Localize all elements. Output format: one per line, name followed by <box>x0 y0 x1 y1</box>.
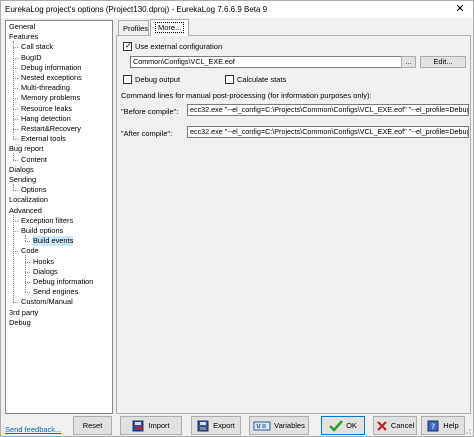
tree-item[interactable]: Resource leaks <box>21 104 72 114</box>
debug-output-label: Debug output <box>135 75 181 84</box>
cancel-button[interactable]: Cancel <box>373 416 417 435</box>
import-icon <box>132 420 144 432</box>
tree-item[interactable]: External tools <box>21 134 66 144</box>
resize-grip-icon[interactable] <box>462 425 472 435</box>
variables-icon <box>253 421 271 431</box>
ok-checkmark-icon <box>329 420 344 432</box>
tree-item[interactable]: Exception filters <box>21 216 73 226</box>
help-label: Help <box>443 421 459 430</box>
tree-item[interactable]: Dialogs <box>33 267 58 277</box>
cancel-x-icon <box>377 421 387 431</box>
tree-item[interactable]: BugID <box>21 53 42 63</box>
after-compile-label: "After compile": <box>121 129 173 138</box>
tree-connector <box>25 235 26 242</box>
edit-config-button[interactable]: Edit... <box>420 56 466 68</box>
tree-connector <box>13 214 14 303</box>
command-lines-heading: Command lines for manual post-processing… <box>121 91 372 100</box>
export-icon <box>197 420 209 432</box>
tree-item[interactable]: Bug report <box>9 144 44 154</box>
config-path-field[interactable]: Common\Configs\VCL_EXE.eof <box>130 56 416 68</box>
title-bar: EurekaLog project's options (Project130.… <box>1 1 473 18</box>
tree-item[interactable]: Call stack <box>21 42 53 52</box>
tree-item[interactable]: Content <box>21 155 47 165</box>
reset-label: Reset <box>82 421 103 430</box>
tree-connector <box>13 41 14 140</box>
tree-item[interactable]: Restart&Recovery <box>21 124 81 134</box>
more-panel: ✓ Use external configuration Common\Conf… <box>116 35 471 414</box>
tree-item[interactable]: Localization <box>9 195 48 205</box>
export-button[interactable]: Export <box>191 416 241 435</box>
before-compile-field[interactable]: ecc32.exe "--el_config=C:\Projects\Commo… <box>187 104 469 116</box>
options-tree[interactable]: General Features Call stack BugID Debug info… <box>5 20 113 414</box>
tree-connector <box>13 153 14 160</box>
tree-connector <box>25 292 30 294</box>
checkmark-icon: ✓ <box>125 41 132 50</box>
tree-item[interactable]: Multi-threading <box>21 83 70 93</box>
variables-button[interactable]: Variables <box>249 416 309 435</box>
tree-item[interactable]: Nested exceptions <box>21 73 82 83</box>
tree-item[interactable]: Options <box>21 185 46 195</box>
window-title: EurekaLog project's options (Project130.… <box>5 5 268 14</box>
tree-connector <box>13 302 18 304</box>
cancel-label: Cancel <box>390 421 415 430</box>
tree-item[interactable]: Debug information <box>33 277 93 287</box>
tree-connector <box>13 159 18 161</box>
tree-item[interactable]: Memory problems <box>21 93 80 103</box>
calculate-stats-label: Calculate stats <box>237 75 287 84</box>
send-feedback-link[interactable]: Send feedback... <box>5 425 61 434</box>
tree-item[interactable]: Build events <box>33 236 74 247</box>
ok-button[interactable]: OK <box>321 416 365 435</box>
tree-item[interactable]: General <box>9 22 35 32</box>
tree-item[interactable]: Build options <box>21 226 63 236</box>
help-button[interactable]: ? Help <box>421 416 465 435</box>
tree-connector <box>25 241 30 243</box>
tree-item[interactable]: Debug <box>9 318 31 328</box>
tree-item[interactable]: Debug information <box>21 63 81 73</box>
close-icon[interactable]: ✕ <box>447 1 473 18</box>
use-external-config-label: Use external configuration <box>135 42 223 51</box>
tree-connector <box>13 139 18 141</box>
tree-item[interactable]: Code <box>21 246 39 256</box>
tree-connector <box>25 255 26 293</box>
tree-connector <box>13 184 14 191</box>
tab-more[interactable]: More... <box>150 19 189 36</box>
before-compile-label: "Before compile": <box>121 107 179 116</box>
svg-text:?: ? <box>431 423 435 432</box>
help-book-icon: ? <box>427 420 439 432</box>
variables-label: Variables <box>274 421 305 430</box>
ok-label: OK <box>346 421 357 430</box>
browse-button[interactable]: ... <box>401 56 416 68</box>
tree-item[interactable]: Custom/Manual <box>21 297 73 307</box>
calculate-stats-checkbox[interactable] <box>225 75 234 84</box>
use-external-config-checkbox[interactable]: ✓ <box>123 41 132 51</box>
tree-item[interactable]: Send engines <box>33 287 78 297</box>
tree-item[interactable]: Hooks <box>33 257 54 267</box>
export-label: Export <box>213 421 235 430</box>
options-window: EurekaLog project's options (Project130.… <box>0 0 474 437</box>
tab-profiles[interactable]: Profiles <box>118 20 149 35</box>
tree-item[interactable]: Dialogs <box>9 165 34 175</box>
tree-item[interactable]: Hang detection <box>21 114 71 124</box>
tab-profiles-label: Profiles <box>123 24 149 33</box>
import-label: Import <box>148 421 170 430</box>
debug-output-checkbox[interactable] <box>123 75 132 84</box>
tree-connector <box>13 190 18 192</box>
after-compile-field[interactable]: ecc32.exe "--el_config=C:\Projects\Commo… <box>187 126 469 138</box>
tree-item[interactable]: 3rd party <box>9 308 38 318</box>
reset-button[interactable]: Reset <box>73 416 112 435</box>
tab-more-label: More... <box>155 22 185 33</box>
import-button[interactable]: Import <box>120 416 182 435</box>
